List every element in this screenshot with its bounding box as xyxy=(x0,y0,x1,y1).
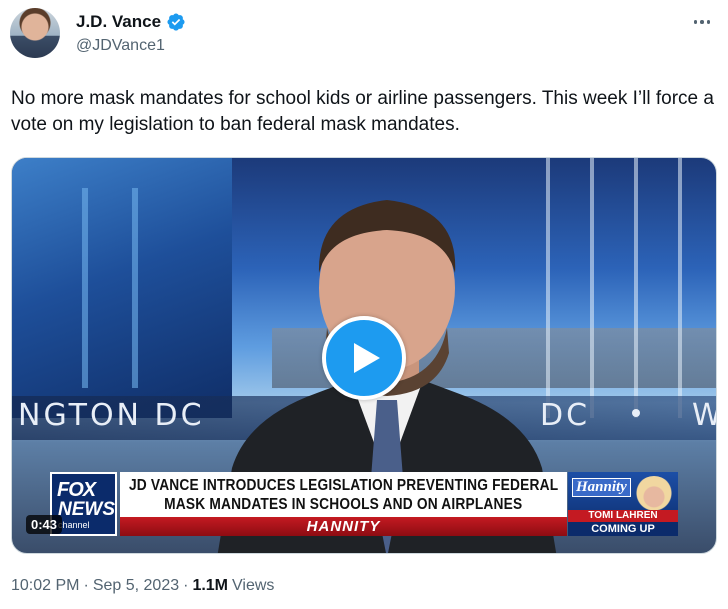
verified-badge-icon[interactable] xyxy=(166,12,186,32)
views-count: 1.1M xyxy=(192,577,229,594)
network-logo-news: NEWS xyxy=(58,499,115,520)
avatar[interactable] xyxy=(10,8,60,58)
video-duration: 0:43 xyxy=(26,515,63,534)
tweet-time[interactable]: 10:02 PM xyxy=(11,577,79,595)
tweet-meta: 10:02 PM · Sep 5, 2023 · 1.1M Views xyxy=(11,577,274,595)
meta-separator: · xyxy=(183,577,189,594)
promo-guest-photo xyxy=(634,476,674,514)
views-label: Views xyxy=(232,577,275,594)
more-dot xyxy=(700,20,704,24)
promo-guest-name: TOMI LAHREN xyxy=(568,510,678,522)
promo-status: COMING UP xyxy=(568,522,678,536)
author-name-row: J.D. Vance xyxy=(76,12,186,32)
play-button[interactable] xyxy=(322,316,406,400)
more-dot xyxy=(693,20,698,24)
chyron-headline: JD VANCE INTRODUCES LEGISLATION PREVENTI… xyxy=(120,472,567,517)
location-text-far-right: W xyxy=(692,398,716,433)
author-display-name[interactable]: J.D. Vance xyxy=(76,12,161,32)
location-dot xyxy=(632,409,640,417)
chyron-headline-line1: JD VANCE INTRODUCES LEGISLATION PREVENTI… xyxy=(128,476,559,494)
more-options-icon[interactable] xyxy=(690,12,714,32)
promo-show-logo: Hannity xyxy=(572,478,631,497)
show-name-bar: HANNITY xyxy=(120,517,567,536)
play-icon xyxy=(354,343,380,373)
show-name: HANNITY xyxy=(306,518,381,535)
location-text-left: NGTON DC xyxy=(18,398,205,433)
tweet-text: No more mask mandates for school kids or… xyxy=(11,88,714,135)
news-chyron: FOX NEWS channel JD VANCE INTRODUCES LEG… xyxy=(50,470,678,537)
coming-up-promo: Hannity TOMI LAHREN COMING UP xyxy=(568,472,678,536)
author-handle[interactable]: @JDVance1 xyxy=(76,37,165,55)
video-player[interactable]: NGTON DC DC W FOX NEWS channel JD VANCE … xyxy=(11,157,717,554)
meta-separator: · xyxy=(83,577,89,594)
chyron-headline-line2: MASK MANDATES IN SCHOOLS AND ON AIRPLANE… xyxy=(164,495,523,513)
more-dot xyxy=(706,20,711,24)
tweet-date[interactable]: Sep 5, 2023 xyxy=(93,577,179,595)
network-logo-channel: channel xyxy=(58,520,90,530)
